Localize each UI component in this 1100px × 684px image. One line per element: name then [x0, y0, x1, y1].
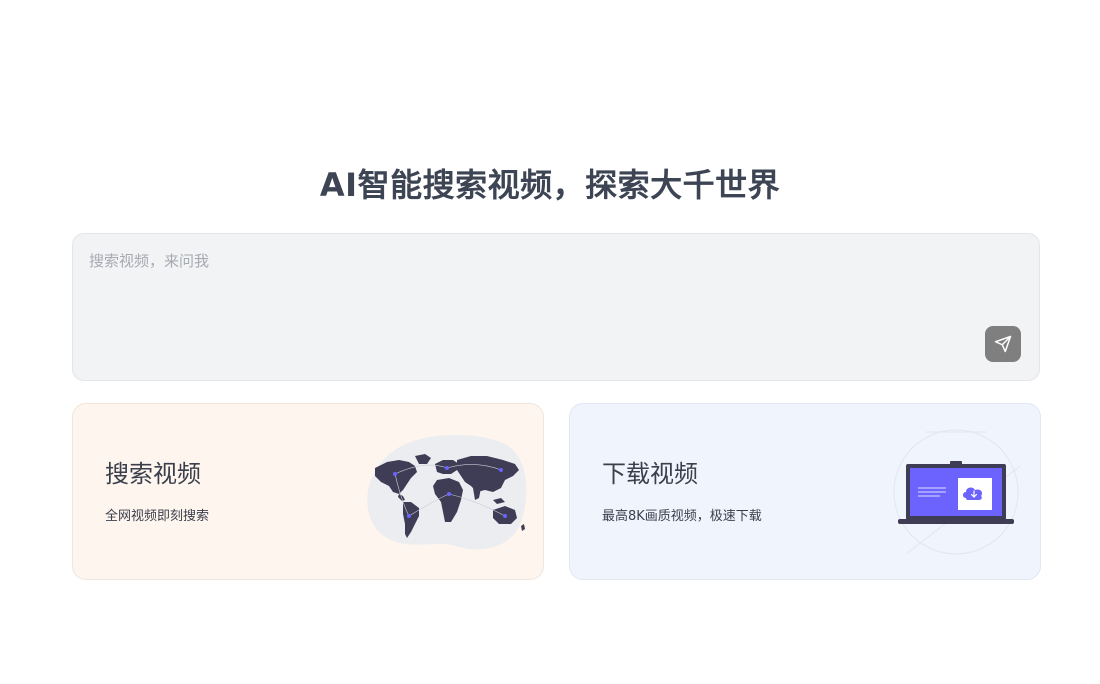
search-input[interactable]: [89, 250, 969, 350]
search-video-card-title: 搜索视频: [105, 460, 201, 488]
search-video-card[interactable]: 搜索视频 全网视频即刻搜索: [72, 403, 544, 580]
send-button[interactable]: [985, 326, 1021, 362]
search-video-card-description: 全网视频即刻搜索: [105, 509, 210, 524]
laptop-download-icon: [893, 429, 1021, 555]
send-icon: [994, 335, 1012, 353]
download-video-card[interactable]: 下载视频 最高8K画质视频，极速下载: [569, 403, 1041, 580]
page-title: AI智能搜索视频，探索大千世界: [319, 166, 781, 204]
download-video-card-title: 下载视频: [602, 460, 698, 488]
download-video-card-description: 最高8K画质视频，极速下载: [602, 509, 762, 524]
page: AI智能搜索视频，探索大千世界 搜索视频 全网视频即刻搜索: [0, 0, 1100, 684]
search-box: [72, 233, 1040, 381]
world-map-icon: [367, 434, 527, 550]
